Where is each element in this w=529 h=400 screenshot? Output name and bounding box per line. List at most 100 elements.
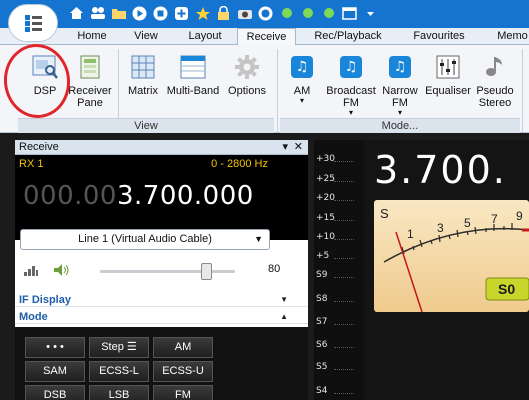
volume-slider-track[interactable] — [100, 270, 235, 273]
tab-favourites[interactable]: Favourites — [400, 28, 478, 45]
scale-label: S5 — [316, 362, 328, 372]
broadcast-fm-label: Broadcast FM — [326, 85, 376, 109]
audio-device-select[interactable]: Line 1 (Virtual Audio Cable) ▼ — [20, 229, 270, 250]
home-icon[interactable] — [68, 5, 85, 22]
mode-dsb-button[interactable]: DSB — [25, 385, 85, 400]
am-dropdown-caret[interactable]: ▾ — [284, 97, 320, 105]
pseudo-stereo-button[interactable]: Pseudo Stereo — [474, 49, 516, 123]
mode-am-button[interactable]: AM — [153, 337, 213, 358]
camera-icon[interactable] — [236, 5, 253, 22]
mode-label: Mode — [19, 311, 48, 323]
receiver-pane-label: Receiver Pane — [68, 85, 112, 109]
multiband-label: Multi-Band — [166, 85, 220, 97]
app-window: Home View Layout Receive Rec/Playback Fa… — [0, 0, 529, 400]
meter-tick-label: 7 — [491, 212, 498, 226]
mode-section-header[interactable]: Mode ▲ — [15, 310, 308, 324]
chevron-down-icon: ▼ — [280, 295, 288, 304]
s-meter-readout: S0 — [498, 281, 516, 297]
status-green-icon-2 — [299, 5, 316, 22]
music-note-icon-3: ♫ — [389, 56, 411, 78]
narrow-fm-dropdown-caret[interactable]: ▾ — [380, 109, 420, 117]
scale-label: S8 — [316, 294, 328, 304]
gridline — [334, 200, 354, 201]
gridline — [334, 301, 354, 302]
lock-icon[interactable] — [215, 5, 232, 22]
ribbon-tab-strip: Home View Layout Receive Rec/Playback Fa… — [0, 28, 529, 46]
narrow-fm-button[interactable]: ♫ Narrow FM ▾ — [380, 49, 420, 123]
folder-icon[interactable] — [110, 5, 127, 22]
mode-ecss-u-button[interactable]: ECSS-U — [153, 361, 213, 382]
mode-fm-button[interactable]: FM — [153, 385, 213, 400]
equaliser-label: Equaliser — [425, 85, 471, 97]
users-icon[interactable] — [89, 5, 106, 22]
tab-memory[interactable]: Memo — [490, 28, 529, 45]
mode-group-label: Mode... — [280, 118, 520, 133]
level-meter-icon[interactable] — [23, 264, 39, 280]
scale-label: S4 — [316, 386, 328, 396]
gridline — [334, 258, 354, 259]
gridline — [334, 161, 354, 162]
am-button[interactable]: ♫ AM ▾ — [284, 49, 320, 123]
frequency-readout[interactable]: 000.003.700.000 — [23, 181, 254, 211]
options-button[interactable]: Options — [224, 49, 270, 123]
tab-layout[interactable]: Layout — [176, 28, 234, 45]
meter-area: 3.700. S 1 3 5 7 9 S0 — [364, 140, 529, 400]
broadcast-fm-dropdown-caret[interactable]: ▾ — [324, 109, 378, 117]
speaker-icon[interactable] — [53, 263, 71, 280]
view-group-label: View — [18, 118, 274, 133]
if-display-section-header[interactable]: IF Display ▼ — [15, 293, 308, 307]
gridline — [334, 239, 354, 240]
step-button[interactable]: Step ☰ — [89, 337, 149, 358]
mode-lsb-button[interactable]: LSB — [89, 385, 149, 400]
scale-label: +30 — [316, 154, 335, 164]
mode-button-grid: • • • Step ☰ AM SAM ECSS-L ECSS-U DSB LS… — [15, 327, 308, 400]
receive-panel: Receive ▾ ✕ RX 1 0 - 2800 Hz 000.003.700… — [15, 140, 308, 400]
status-green-icon-3 — [320, 5, 337, 22]
tab-home[interactable]: Home — [68, 28, 116, 45]
panel-pin-icon[interactable]: ▾ — [282, 140, 288, 154]
play-icon[interactable] — [131, 5, 148, 22]
tab-rec-playback[interactable]: Rec/Playback — [302, 28, 394, 45]
scale-label: +10 — [316, 232, 335, 242]
scale-label: S7 — [316, 317, 328, 327]
matrix-button[interactable]: Matrix — [122, 49, 164, 123]
record-icon[interactable] — [257, 5, 274, 22]
mode-menu-button[interactable]: • • • — [25, 337, 85, 358]
large-frequency-display[interactable]: 3.700. — [374, 148, 507, 192]
if-display-label: IF Display — [19, 294, 71, 306]
receiver-pane-button[interactable]: Receiver Pane — [66, 49, 114, 123]
gridline — [334, 369, 354, 370]
add-icon[interactable] — [173, 5, 190, 22]
mode-sam-button[interactable]: SAM — [25, 361, 85, 382]
broadcast-fm-button[interactable]: ♫ Broadcast FM ▾ — [324, 49, 378, 123]
matrix-label: Matrix — [128, 85, 158, 97]
pseudo-stereo-label: Pseudo Stereo — [476, 85, 514, 109]
status-green-icon — [278, 5, 295, 22]
application-menu-button[interactable] — [8, 4, 58, 42]
gear-icon — [233, 53, 261, 81]
stop-icon[interactable] — [152, 5, 169, 22]
tab-receive[interactable]: Receive — [237, 28, 296, 46]
scale-label: S9 — [316, 270, 328, 280]
audio-device-value: Line 1 (Virtual Audio Cable) — [78, 233, 212, 245]
meter-tick-label: 5 — [464, 216, 471, 230]
customize-dropdown-icon[interactable] — [362, 5, 379, 22]
window-icon[interactable] — [341, 5, 358, 22]
frequency-digits: 3.700.000 — [116, 181, 254, 211]
mode-ecss-l-button[interactable]: ECSS-L — [89, 361, 149, 382]
scale-label: +25 — [316, 174, 335, 184]
close-icon[interactable]: ✕ — [294, 140, 303, 154]
frequency-leading-digits: 000.00 — [23, 181, 117, 211]
scale-label: +20 — [316, 193, 335, 203]
equaliser-button[interactable]: Equaliser — [422, 49, 474, 123]
meter-tick-label: 1 — [407, 227, 414, 241]
volume-row: 80 — [15, 260, 285, 280]
multiband-button[interactable]: Multi-Band — [164, 49, 222, 123]
tab-view[interactable]: View — [120, 28, 172, 45]
volume-slider-thumb[interactable] — [201, 263, 212, 280]
star-icon[interactable] — [194, 5, 211, 22]
pseudo-stereo-icon — [481, 53, 509, 81]
s-meter-label: S — [380, 206, 389, 221]
frequency-display[interactable]: RX 1 0 - 2800 Hz 000.003.700.000 — [15, 155, 308, 240]
receiver-pane-icon — [76, 53, 104, 81]
